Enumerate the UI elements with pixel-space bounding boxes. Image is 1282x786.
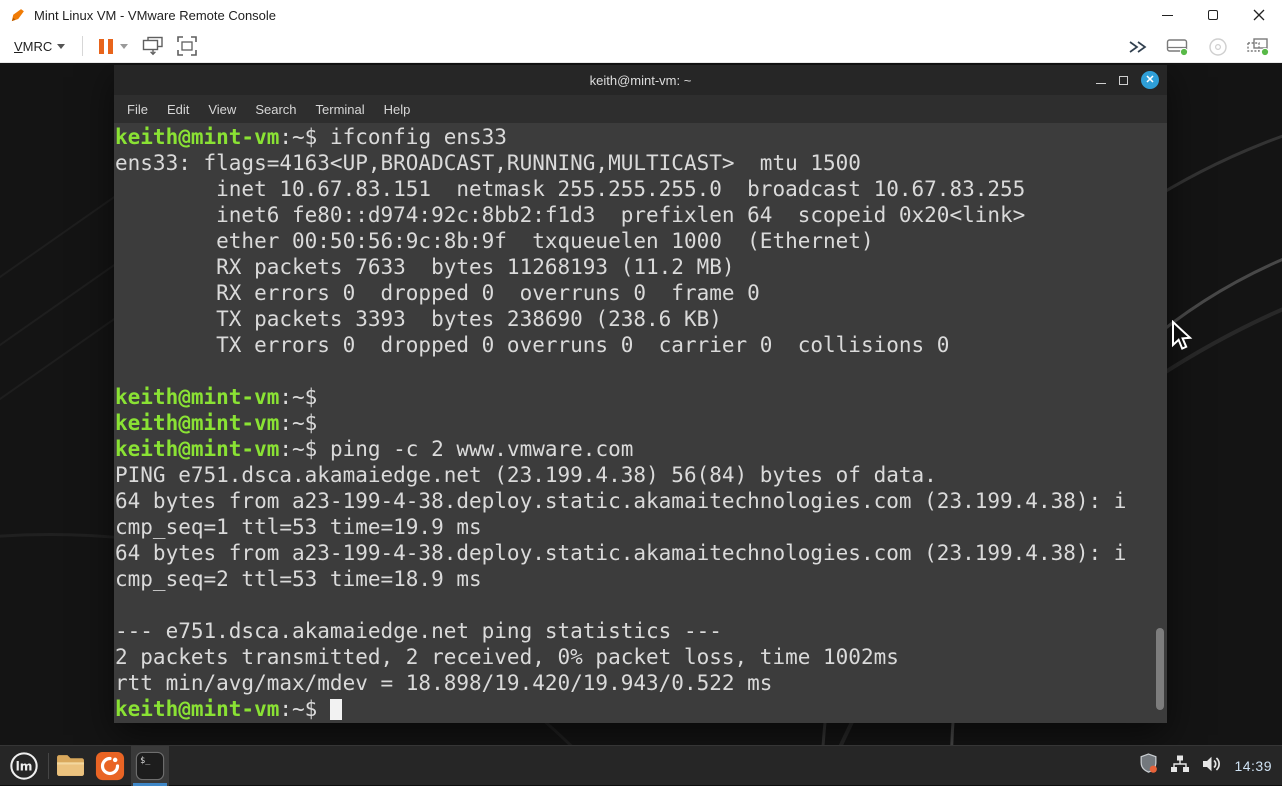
app-maximize-button[interactable]	[1190, 0, 1236, 30]
svg-text:$_: $_	[140, 755, 151, 765]
terminal-output[interactable]: keith@mint-vm:~$ ifconfig ens33ens33: fl…	[114, 123, 1167, 723]
app-minimize-button[interactable]	[1144, 0, 1190, 30]
terminal-line: keith@mint-vm:~$ ping -c 2 www.vmware.co…	[115, 436, 1167, 462]
vmware-logo-icon	[9, 7, 26, 24]
terminal-app-icon: $_	[135, 751, 165, 781]
terminal-line: rtt min/avg/max/mdev = 18.898/19.420/19.…	[115, 670, 1167, 696]
app-toolbar: VMRC	[0, 30, 1282, 63]
suspend-vm-button[interactable]	[96, 37, 131, 56]
menu-help[interactable]: Help	[382, 100, 413, 119]
terminal-maximize-button[interactable]	[1119, 76, 1128, 85]
maximize-icon	[1208, 10, 1218, 20]
overflow-chevrons-icon	[1128, 40, 1148, 54]
vmrc-label: VMRC	[14, 39, 52, 54]
vm-desktop: keith@mint-vm: ~ ✕ File Edit View Search…	[0, 63, 1282, 745]
file-manager-icon	[56, 754, 85, 777]
toolbar-overflow-button[interactable]	[1126, 38, 1150, 56]
app-window-title: Mint Linux VM - VMware Remote Console	[34, 8, 276, 23]
terminal-line: ens33: flags=4163<UP,BROADCAST,RUNNING,M…	[115, 150, 1167, 176]
send-to-monitor-icon	[142, 36, 164, 56]
volume-tray-button[interactable]	[1201, 754, 1223, 779]
disk-status-button[interactable]	[1164, 35, 1192, 59]
mint-menu-icon: lm	[9, 751, 39, 781]
menu-terminal[interactable]: Terminal	[314, 100, 367, 119]
display-status-button[interactable]	[1244, 35, 1272, 59]
terminal-line: ether 00:50:56:9c:8b:9f txqueuelen 1000 …	[115, 228, 1167, 254]
terminal-line: cmp_seq=2 ttl=53 time=18.9 ms	[115, 566, 1167, 592]
terminal-line: keith@mint-vm:~$	[115, 410, 1167, 436]
minimize-icon	[1162, 15, 1173, 16]
terminal-close-button[interactable]: ✕	[1141, 71, 1159, 89]
terminal-line: --- e751.dsca.akamaiedge.net ping statis…	[115, 618, 1167, 644]
cdrom-status-icon	[1208, 37, 1228, 57]
terminal-line: RX packets 7633 bytes 11268193 (11.2 MB)	[115, 254, 1167, 280]
terminal-line: RX errors 0 dropped 0 overruns 0 frame 0	[115, 280, 1167, 306]
terminal-titlebar[interactable]: keith@mint-vm: ~ ✕	[114, 65, 1167, 95]
terminal-title: keith@mint-vm: ~	[590, 73, 692, 88]
menu-edit[interactable]: Edit	[165, 100, 191, 119]
disk-status-icon	[1166, 37, 1190, 57]
display-status-icon	[1246, 37, 1270, 57]
taskbar-firefox[interactable]	[91, 746, 129, 786]
terminal-cursor	[330, 699, 342, 720]
send-to-monitor-button[interactable]	[140, 34, 166, 58]
terminal-line: keith@mint-vm:~$ ifconfig ens33	[115, 124, 1167, 150]
terminal-line: inet 10.67.83.151 netmask 255.255.255.0 …	[115, 176, 1167, 202]
minimize-icon	[1096, 83, 1106, 85]
terminal-line: 2 packets transmitted, 2 received, 0% pa…	[115, 644, 1167, 670]
firefox-icon	[95, 751, 125, 781]
close-icon	[1253, 9, 1265, 21]
chevron-down-icon	[120, 44, 128, 49]
toolbar-divider	[82, 36, 83, 56]
terminal-menubar: File Edit View Search Terminal Help	[114, 95, 1167, 123]
terminal-line: TX packets 3393 bytes 238690 (238.6 KB)	[115, 306, 1167, 332]
terminal-line: inet6 fe80::d974:92c:8bb2:f1d3 prefixlen…	[115, 202, 1167, 228]
terminal-minimize-button[interactable]	[1096, 76, 1106, 85]
taskbar-divider	[48, 753, 49, 779]
fullscreen-icon	[177, 36, 197, 56]
terminal-line	[115, 358, 1167, 384]
terminal-scrollbar[interactable]	[1156, 628, 1164, 710]
taskbar: lm $_	[0, 745, 1282, 785]
terminal-line: keith@mint-vm:~$	[115, 696, 1167, 722]
network-tray-button[interactable]	[1170, 754, 1190, 779]
vmrc-menu-button[interactable]: VMRC	[10, 36, 69, 57]
terminal-line	[115, 592, 1167, 618]
fullscreen-button[interactable]	[175, 34, 199, 58]
terminal-line: keith@mint-vm:~$	[115, 384, 1167, 410]
cdrom-status-button[interactable]	[1206, 35, 1230, 59]
terminal-line: 64 bytes from a23-199-4-38.deploy.static…	[115, 540, 1167, 566]
taskbar-file-manager[interactable]	[51, 746, 89, 786]
update-manager-tray-button[interactable]	[1138, 753, 1159, 779]
maximize-icon	[1119, 76, 1128, 85]
svg-text:lm: lm	[16, 759, 33, 773]
terminal-window: keith@mint-vm: ~ ✕ File Edit View Search…	[114, 65, 1167, 723]
taskbar-terminal[interactable]: $_	[131, 746, 169, 786]
mouse-cursor-icon	[1170, 320, 1194, 352]
system-tray: 14:39	[1138, 746, 1276, 786]
taskbar-clock[interactable]: 14:39	[1234, 758, 1276, 774]
pause-icon	[99, 39, 113, 54]
update-shield-icon	[1138, 753, 1159, 774]
menu-file[interactable]: File	[125, 100, 150, 119]
app-close-button[interactable]	[1236, 0, 1282, 30]
mint-menu-button[interactable]: lm	[0, 746, 48, 786]
menu-view[interactable]: View	[206, 100, 238, 119]
app-titlebar: Mint Linux VM - VMware Remote Console	[0, 0, 1282, 30]
chevron-down-icon	[57, 44, 65, 49]
menu-search[interactable]: Search	[253, 100, 298, 119]
volume-tray-icon	[1201, 754, 1223, 774]
terminal-line: cmp_seq=1 ttl=53 time=19.9 ms	[115, 514, 1167, 540]
terminal-line: TX errors 0 dropped 0 overruns 0 carrier…	[115, 332, 1167, 358]
terminal-line: 64 bytes from a23-199-4-38.deploy.static…	[115, 488, 1167, 514]
terminal-line: PING e751.dsca.akamaiedge.net (23.199.4.…	[115, 462, 1167, 488]
network-tray-icon	[1170, 754, 1190, 774]
